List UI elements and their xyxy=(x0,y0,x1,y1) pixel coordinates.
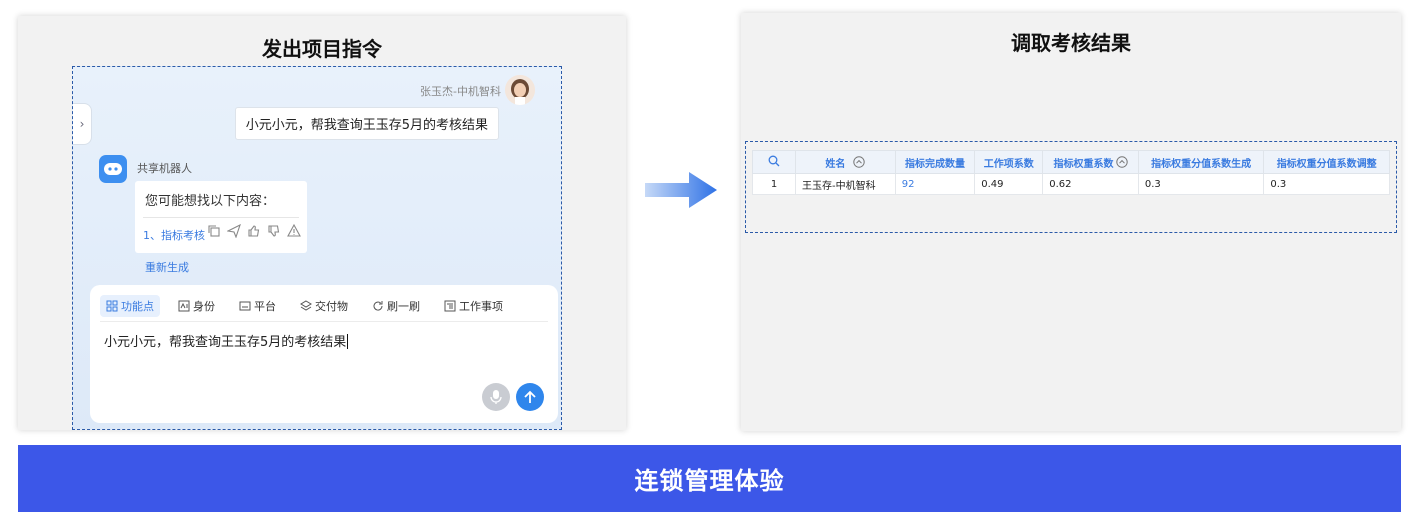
divider xyxy=(100,321,548,322)
table-header-row: 姓名 指标完成数量 工作项系数 指标权重系数 指标权重分值系数生成 指标权重分值… xyxy=(752,150,1390,174)
chat-input-value: 小元小元，帮我查询王玉存5月的考核结果 xyxy=(104,335,347,350)
result-table-frame: 姓名 指标完成数量 工作项系数 指标权重系数 指标权重分值系数生成 指标权重分值… xyxy=(745,141,1397,233)
result-panel: 调取考核结果 姓名 指标完成数量 工作项系数 指标权重系数 指标权重分值系数生成… xyxy=(741,13,1401,431)
column-header-score-adjust[interactable]: 指标权重分值系数调整 xyxy=(1263,150,1390,174)
regenerate-button[interactable]: 重新生成 xyxy=(145,259,189,275)
send-icon[interactable] xyxy=(227,224,241,238)
tool-identity[interactable]: 身份 xyxy=(172,295,221,317)
tool-label: 交付物 xyxy=(315,300,348,313)
tool-label: 平台 xyxy=(254,300,276,313)
row-index: 1 xyxy=(752,173,796,195)
chat-panel: 发出项目指令 › 张玉杰-中机智科 小元小元，帮我查询王玉存5月的考核结果 共享… xyxy=(18,16,626,430)
thumbs-up-icon[interactable] xyxy=(247,224,261,238)
copy-icon[interactable] xyxy=(207,224,221,238)
user-message-bubble: 小元小元，帮我查询王玉存5月的考核结果 xyxy=(234,107,499,140)
column-header-weight-coefficient[interactable]: 指标权重系数 xyxy=(1042,150,1139,174)
table-row[interactable]: 1 王玉存-中机智科 92 0.49 0.62 0.3 0.3 xyxy=(752,173,1390,195)
robot-icon xyxy=(104,163,122,175)
send-button[interactable] xyxy=(516,383,544,411)
bot-action-bar xyxy=(207,224,301,238)
warning-icon[interactable] xyxy=(287,224,301,238)
cell-weight-coefficient: 0.62 xyxy=(1042,173,1139,195)
chat-panel-title: 发出项目指令 xyxy=(262,37,382,61)
grid-icon xyxy=(106,300,118,312)
bot-option-link[interactable]: 1、指标考核 xyxy=(143,227,205,243)
tool-platform[interactable]: 平台 xyxy=(233,295,282,317)
layers-icon xyxy=(300,300,312,311)
chat-window: › 张玉杰-中机智科 小元小元，帮我查询王玉存5月的考核结果 共享机器人 您可能… xyxy=(72,66,562,430)
column-header-completed-count[interactable]: 指标完成数量 xyxy=(894,150,976,174)
bottom-banner: 连锁管理体验 xyxy=(18,445,1401,512)
sidebar-toggle-button[interactable]: › xyxy=(73,103,92,145)
result-table: 姓名 指标完成数量 工作项系数 指标权重系数 指标权重分值系数生成 指标权重分值… xyxy=(752,150,1390,195)
column-header-label: 指标权重系数 xyxy=(1053,158,1114,170)
sort-icon[interactable] xyxy=(1115,156,1128,168)
column-header-name[interactable]: 姓名 xyxy=(795,150,896,174)
banner-title: 连锁管理体验 xyxy=(634,467,785,495)
tool-label: 身份 xyxy=(193,300,215,313)
text-caret xyxy=(347,334,349,349)
voice-input-button[interactable] xyxy=(482,383,510,411)
cell-score-generate: 0.3 xyxy=(1137,173,1265,195)
bot-message-card: 您可能想找以下内容： 1、指标考核 xyxy=(135,181,307,253)
cell-completed-count-link[interactable]: 92 xyxy=(894,173,976,195)
thumbs-down-icon[interactable] xyxy=(267,224,281,238)
tool-label: 刷一刷 xyxy=(387,300,420,313)
chat-input-field[interactable]: 小元小元，帮我查询王玉存5月的考核结果 xyxy=(104,331,349,350)
user-avatar-icon xyxy=(505,75,535,105)
chevron-right-icon: › xyxy=(79,117,85,131)
sort-icon[interactable] xyxy=(853,156,866,168)
input-toolbar: 功能点 身份 平台 交付物 刷一刷 工作事项 xyxy=(100,295,509,317)
refresh-icon xyxy=(373,301,383,311)
tool-work-item[interactable]: 工作事项 xyxy=(438,295,509,317)
user-name: 张玉杰-中机智科 xyxy=(420,85,501,98)
arrow-up-icon xyxy=(524,390,536,403)
tool-deliverable[interactable]: 交付物 xyxy=(294,295,354,317)
flow-arrow-icon xyxy=(645,172,717,208)
bot-avatar xyxy=(99,155,127,183)
column-header-work-coefficient[interactable]: 工作项系数 xyxy=(974,150,1044,174)
id-card-icon xyxy=(178,300,190,312)
platform-icon xyxy=(239,301,251,311)
cell-name: 王玉存-中机智科 xyxy=(795,173,896,195)
bot-name: 共享机器人 xyxy=(137,162,192,175)
tool-label: 工作事项 xyxy=(459,300,503,313)
bot-hint-text: 您可能想找以下内容： xyxy=(145,194,276,209)
cell-work-coefficient: 0.49 xyxy=(974,173,1044,195)
cell-score-adjust: 0.3 xyxy=(1263,173,1390,195)
tool-refresh[interactable]: 刷一刷 xyxy=(366,295,426,317)
search-column-header[interactable] xyxy=(752,150,796,174)
tool-label: 功能点 xyxy=(121,300,154,313)
result-panel-title: 调取考核结果 xyxy=(1011,31,1131,55)
task-icon xyxy=(444,300,456,312)
search-icon xyxy=(768,155,780,166)
divider xyxy=(143,217,299,218)
chat-input-box: 功能点 身份 平台 交付物 刷一刷 工作事项 小元小元，帮我查询王玉存5月的考核… xyxy=(90,285,558,423)
user-avatar xyxy=(505,75,535,105)
tool-feature-point[interactable]: 功能点 xyxy=(100,295,160,317)
column-header-score-generate[interactable]: 指标权重分值系数生成 xyxy=(1137,150,1265,174)
microphone-icon xyxy=(490,390,502,404)
column-header-label: 姓名 xyxy=(825,158,846,170)
